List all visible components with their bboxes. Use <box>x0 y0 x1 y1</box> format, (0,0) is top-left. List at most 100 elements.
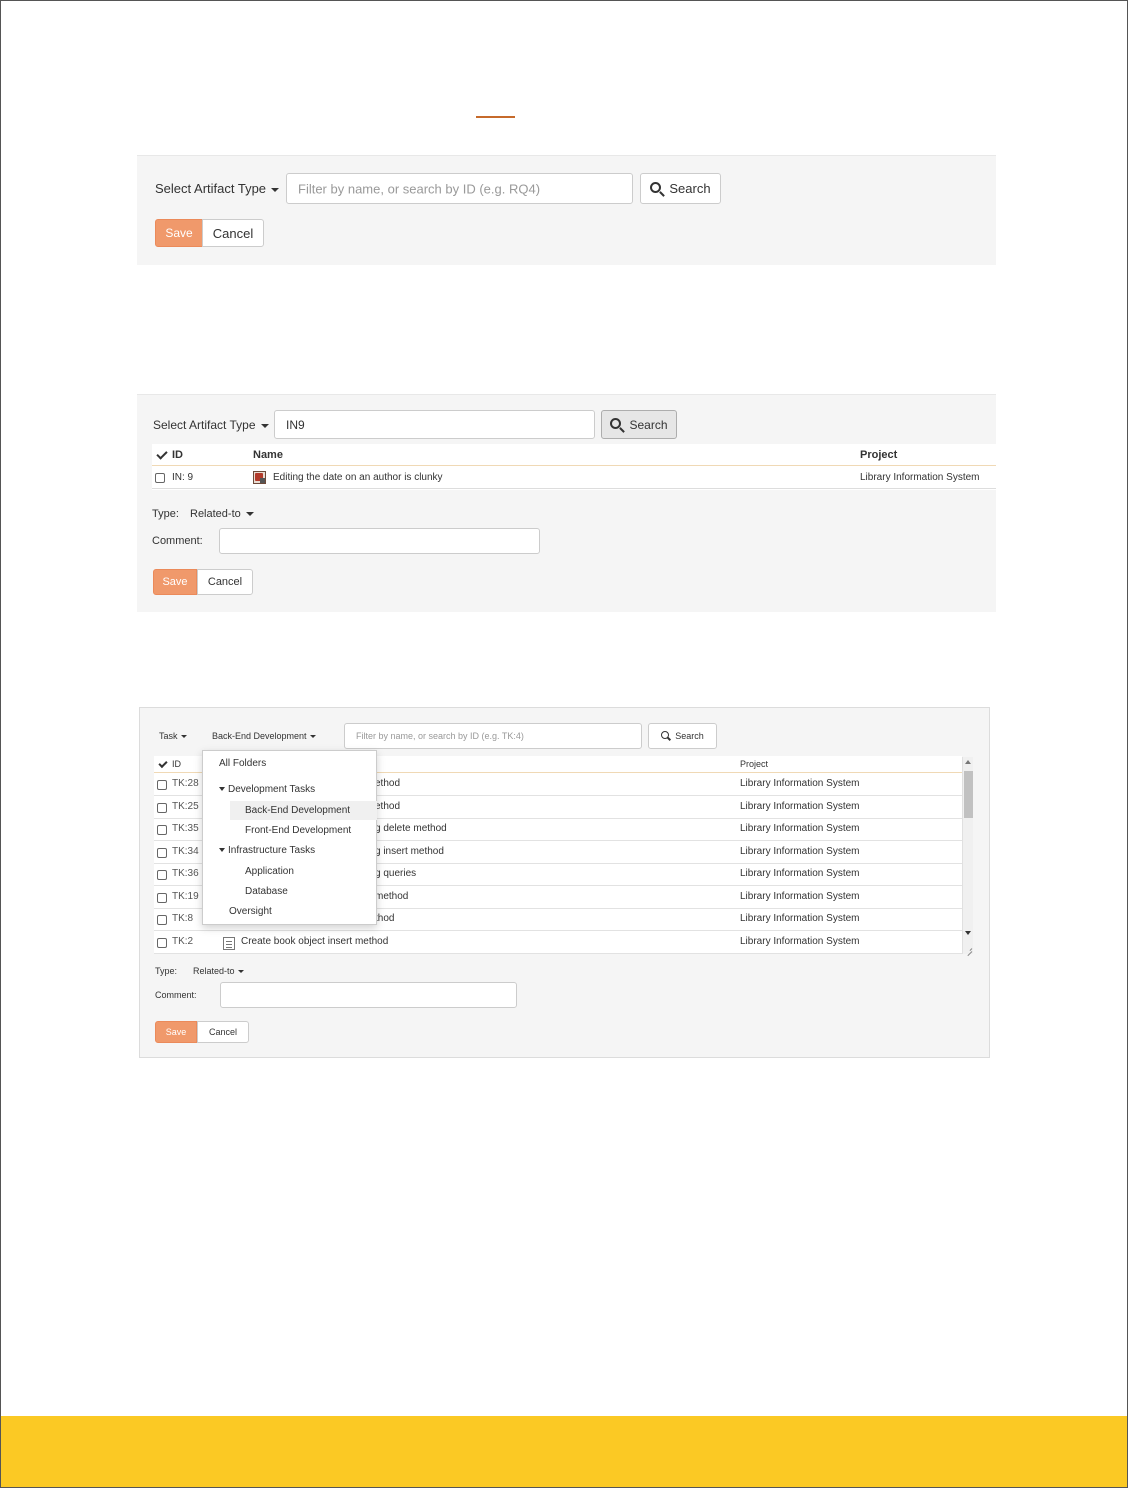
cancel-button[interactable]: Cancel <box>202 219 264 247</box>
comment-label: Comment: <box>152 535 203 547</box>
row-checkbox[interactable] <box>157 847 167 858</box>
row-checkbox[interactable] <box>157 937 167 948</box>
check-all-icon[interactable] <box>156 448 168 460</box>
search-button-label: Search <box>669 181 711 196</box>
row-checkbox[interactable] <box>157 802 167 813</box>
row-checkbox[interactable] <box>155 473 165 483</box>
artifact-type-dropdown[interactable]: Select Artifact Type <box>155 181 280 196</box>
row-checkbox[interactable] <box>157 892 167 903</box>
check-all-icon[interactable] <box>158 758 168 769</box>
table-header: ID Name Project <box>152 444 996 466</box>
comment-label: Comment: <box>155 990 197 1000</box>
search-input[interactable]: Filter by name, or search by ID (e.g. TK… <box>344 723 642 749</box>
resize-grip-icon[interactable] <box>963 943 973 953</box>
search-button[interactable]: Search <box>601 410 677 439</box>
folder-oversight[interactable]: Oversight <box>229 906 272 917</box>
search-placeholder: Filter by name, or search by ID (e.g. RQ… <box>298 181 541 196</box>
type-dropdown[interactable]: Related-to <box>193 966 244 976</box>
row-name[interactable]: Create book object insert method <box>241 936 388 947</box>
search-input[interactable]: Filter by name, or search by ID (e.g. RQ… <box>286 173 633 204</box>
row-id: TK:28 <box>172 778 199 789</box>
folder-dropdown[interactable]: Back-End Development <box>212 731 316 741</box>
artifact-type-label: Select Artifact Type <box>155 181 267 196</box>
scroll-down-arrow-icon[interactable] <box>965 931 971 935</box>
cancel-button-label: Cancel <box>212 225 254 241</box>
table-row[interactable]: TK:2 Create book object insert method Libr… <box>154 932 962 954</box>
folder-all[interactable]: All Folders <box>219 758 266 769</box>
table-row[interactable]: IN: 9 Editing the date on an author is c… <box>152 467 996 489</box>
type-dropdown[interactable]: Related-to <box>190 508 254 520</box>
column-header-project: Project <box>740 759 769 769</box>
row-project: Library Information System <box>860 472 980 483</box>
row-id: TK:8 <box>172 913 194 924</box>
row-id: TK:25 <box>172 800 199 812</box>
search-value: IN9 <box>286 417 305 432</box>
row-checkbox[interactable] <box>157 915 167 925</box>
row-id: IN: 9 <box>172 472 194 483</box>
chevron-down-icon <box>260 423 269 428</box>
type-value: Related-to <box>190 508 241 520</box>
row-checkbox[interactable] <box>157 825 167 835</box>
row-name[interactable]: method <box>375 891 408 902</box>
vertical-scrollbar[interactable] <box>962 757 973 954</box>
row-checkbox[interactable] <box>157 780 167 790</box>
folder-front-end-development[interactable]: Front-End Development <box>245 825 351 836</box>
save-button[interactable]: Save <box>153 569 197 595</box>
column-header-id: ID <box>172 759 181 769</box>
column-header-project: Project <box>860 449 898 461</box>
row-id: TK:2 <box>172 935 194 947</box>
row-name[interactable]: Editing the date on an author is clunky <box>273 472 443 483</box>
chevron-down-icon <box>237 970 244 974</box>
search-button-label: Search <box>629 417 668 432</box>
search-icon <box>661 731 670 739</box>
search-icon <box>610 418 622 429</box>
chevron-down-icon <box>271 187 280 192</box>
row-name[interactable]: g queries <box>375 868 416 879</box>
search-input[interactable]: IN9 <box>274 410 595 439</box>
incident-icon <box>253 471 266 484</box>
add-association-panel-empty <box>137 155 996 265</box>
row-checkbox[interactable] <box>157 870 167 880</box>
folder-label: Back-End Development <box>212 731 307 741</box>
results-table: ID Name Project IN: 9 Editing the date o… <box>152 444 996 490</box>
search-button[interactable]: Search <box>648 723 717 749</box>
folder-application[interactable]: Application <box>245 866 294 877</box>
row-id: TK:19 <box>172 890 199 902</box>
cancel-button-label: Cancel <box>207 576 243 588</box>
cancel-button[interactable]: Cancel <box>197 1021 249 1043</box>
cancel-button[interactable]: Cancel <box>197 569 253 595</box>
comment-field[interactable] <box>220 982 517 1008</box>
row-project: Library Information System <box>740 823 860 834</box>
folder-development-tasks[interactable]: Development Tasks <box>219 784 315 795</box>
row-name[interactable]: g delete method <box>375 823 447 834</box>
row-name[interactable]: thod <box>375 913 394 924</box>
folder-back-end-development[interactable]: Back-End Development <box>230 801 377 820</box>
chevron-down-icon <box>180 735 187 739</box>
artifact-type-label: Task <box>159 731 178 741</box>
row-name[interactable]: g insert method <box>375 846 444 857</box>
folder-database[interactable]: Database <box>245 886 288 897</box>
folder-infrastructure-tasks[interactable]: Infrastructure Tasks <box>219 845 315 856</box>
type-label: Type: <box>155 966 178 976</box>
comment-field[interactable] <box>219 528 540 554</box>
search-placeholder: Filter by name, or search by ID (e.g. TK… <box>356 731 524 741</box>
folder-label: Back-End Development <box>245 805 351 816</box>
search-button[interactable]: Search <box>640 173 721 204</box>
save-button[interactable]: Save <box>155 219 203 247</box>
expand-arrow-icon[interactable] <box>219 787 225 792</box>
row-id: TK:35 <box>172 823 199 834</box>
footer-bar <box>1 1416 1127 1487</box>
row-name[interactable]: ethod <box>375 778 400 789</box>
save-button[interactable]: Save <box>155 1021 197 1043</box>
scroll-up-arrow-icon[interactable] <box>965 760 971 764</box>
column-header-id: ID <box>172 449 183 461</box>
chevron-down-icon <box>245 512 254 517</box>
artifact-type-dropdown[interactable]: Select Artifact Type <box>153 418 269 432</box>
row-name[interactable]: ethod <box>375 801 400 812</box>
expand-arrow-icon[interactable] <box>219 848 225 853</box>
save-button-label: Save <box>165 226 193 240</box>
scroll-thumb[interactable] <box>964 771 973 818</box>
row-project: Library Information System <box>740 778 860 789</box>
row-project: Library Information System <box>740 800 860 812</box>
artifact-type-dropdown[interactable]: Task <box>159 731 187 741</box>
